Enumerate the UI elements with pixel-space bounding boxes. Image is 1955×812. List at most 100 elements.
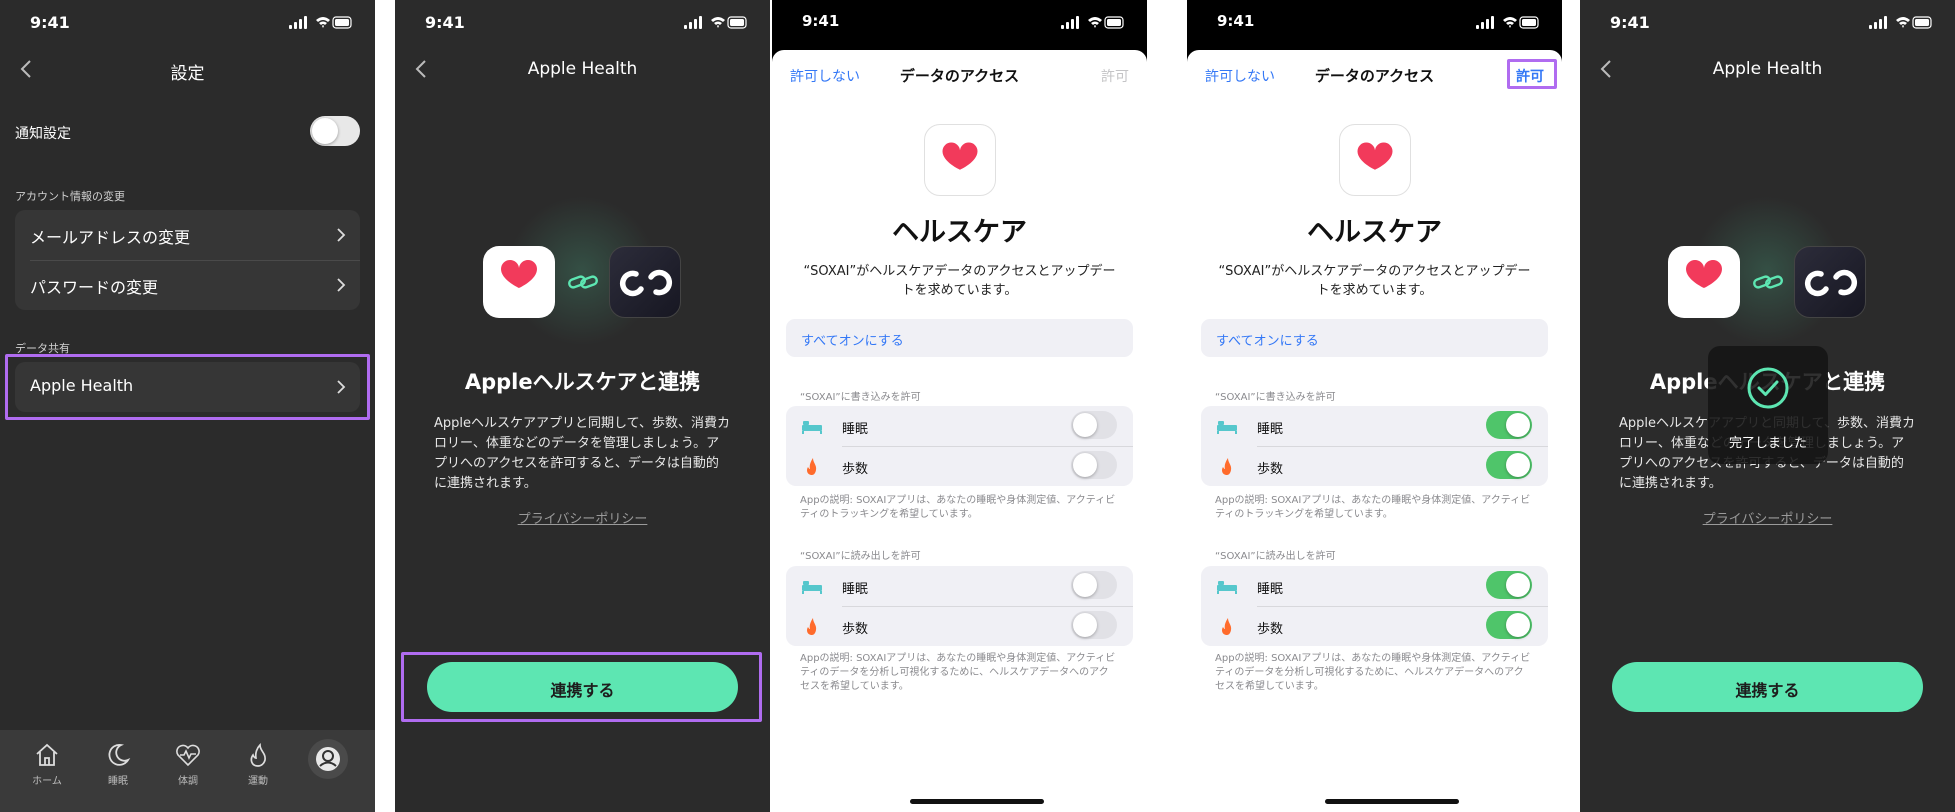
password-change-label: パスワードの変更 xyxy=(30,278,159,297)
health-app-icon xyxy=(924,124,996,196)
bed-icon xyxy=(1217,421,1237,434)
check-circle-icon xyxy=(1747,367,1789,409)
email-change-row[interactable]: メールアドレスの変更 xyxy=(15,210,360,260)
status-time: 9:41 xyxy=(30,13,70,32)
done-toast-text: 完了しました xyxy=(1728,436,1807,451)
steps-label: 歩数 xyxy=(1257,462,1284,477)
tab-exercise[interactable]: 運動 xyxy=(228,742,288,787)
privacy-policy-link[interactable]: プライバシーポリシー xyxy=(395,508,770,527)
flame-icon xyxy=(807,458,817,475)
write-steps-switch[interactable] xyxy=(1071,451,1117,479)
access-sheet-screen-on: 9:41 許可しない データのアクセス 許可 ヘルスケア “SOXAI”がヘルス… xyxy=(1187,0,1562,812)
access-subtitle: “SOXAI”がヘルスケアデータのアクセスとアップデートを求めています。 xyxy=(803,264,1116,298)
account-section-header: アカウント情報の変更 xyxy=(15,190,125,203)
link-screen: 9:41 Apple Health Appleヘルスケアと連携 Appleヘルス… xyxy=(395,0,770,812)
tab-profile[interactable] xyxy=(298,738,358,784)
turn-all-on-button[interactable]: すべてオンにする xyxy=(786,319,1133,357)
access-sheet: 許可しない データのアクセス 許可 ヘルスケア “SOXAI”がヘルスケアデータ… xyxy=(1187,50,1562,812)
status-time: 9:41 xyxy=(1217,12,1255,30)
status-time: 9:41 xyxy=(1610,13,1650,32)
highlight-box xyxy=(5,354,370,420)
write-note: Appの説明: SOXAIアプリは、あなたの睡眠や身体測定値、アクティビティのト… xyxy=(1215,495,1531,520)
read-steps-row: 歩数 xyxy=(786,606,1133,646)
status-bar: 9:41 xyxy=(772,0,1147,44)
read-steps-row: 歩数 xyxy=(1201,606,1548,646)
link-icon xyxy=(1753,275,1783,289)
tab-condition[interactable]: 体調 xyxy=(158,742,218,787)
read-group: 睡眠 歩数 xyxy=(1201,566,1548,646)
write-sleep-row: 睡眠 xyxy=(1201,406,1548,446)
flame-icon xyxy=(1222,458,1232,475)
page-title: 設定 xyxy=(170,64,205,84)
write-section-header: “SOXAI”に書き込みを許可 xyxy=(1215,392,1336,403)
notification-toggle[interactable] xyxy=(310,116,360,146)
write-group: 睡眠 歩数 xyxy=(786,406,1133,486)
status-bar: 9:41 xyxy=(1580,0,1955,44)
tab-label: 体調 xyxy=(178,776,198,787)
status-icons xyxy=(684,16,747,29)
chevron-right-icon xyxy=(337,278,346,292)
profile-icon xyxy=(308,739,348,779)
email-change-label: メールアドレスの変更 xyxy=(30,228,191,247)
highlight-box xyxy=(401,652,762,722)
status-bar: 9:41 xyxy=(1187,0,1562,44)
link-heading: Appleヘルスケアと連携 xyxy=(464,370,701,394)
privacy-policy-link[interactable]: プライバシーポリシー xyxy=(1580,508,1955,527)
moon-icon xyxy=(108,744,131,766)
allow-button[interactable]: 許可 xyxy=(1101,66,1129,86)
link-icon xyxy=(568,275,598,289)
read-section-header: “SOXAI”に読み出しを許可 xyxy=(800,551,921,562)
health-app-icon xyxy=(1339,124,1411,196)
page-title: Apple Health xyxy=(1712,59,1823,79)
read-sleep-switch[interactable] xyxy=(1486,571,1532,599)
highlight-box xyxy=(1507,59,1557,89)
write-group: 睡眠 歩数 xyxy=(1201,406,1548,486)
sheet-title: データのアクセス xyxy=(1314,67,1435,85)
read-sleep-switch[interactable] xyxy=(1071,571,1117,599)
soxai-app-icon xyxy=(1794,246,1866,318)
notification-label: 通知設定 xyxy=(15,126,71,142)
tab-sleep[interactable]: 睡眠 xyxy=(88,742,148,787)
read-sleep-row: 睡眠 xyxy=(786,566,1133,606)
health-title: ヘルスケア xyxy=(1307,217,1442,248)
flame-icon xyxy=(250,742,266,767)
tab-home[interactable]: ホーム xyxy=(17,742,77,787)
sleep-label: 睡眠 xyxy=(1257,422,1284,437)
read-sleep-row: 睡眠 xyxy=(1201,566,1548,606)
write-sleep-switch[interactable] xyxy=(1071,411,1117,439)
sheet-title: データのアクセス xyxy=(899,67,1020,85)
status-bar: 9:41 xyxy=(395,0,770,44)
write-steps-row: 歩数 xyxy=(786,446,1133,486)
link-button[interactable]: 連携する xyxy=(1612,662,1923,712)
sleep-label: 睡眠 xyxy=(842,582,869,597)
tab-label: 運動 xyxy=(248,776,268,787)
bed-icon xyxy=(802,581,822,594)
link-icons xyxy=(1580,246,1955,318)
sheet-header: 許可しない データのアクセス 許可 xyxy=(1187,50,1562,100)
status-icons xyxy=(1061,16,1124,29)
steps-label: 歩数 xyxy=(1257,622,1284,637)
navbar: Apple Health xyxy=(395,44,770,94)
tab-label: 睡眠 xyxy=(108,776,128,787)
health-title: ヘルスケア xyxy=(892,217,1027,248)
bed-icon xyxy=(1217,581,1237,594)
notification-row: 通知設定 xyxy=(15,112,360,152)
access-sheet: 許可しない データのアクセス 許可 ヘルスケア “SOXAI”がヘルスケアデータ… xyxy=(772,50,1147,812)
sheet-header: 許可しない データのアクセス 許可 xyxy=(772,50,1147,100)
status-icons xyxy=(1869,16,1932,29)
write-sleep-switch[interactable] xyxy=(1486,411,1532,439)
read-steps-switch[interactable] xyxy=(1071,611,1117,639)
sleep-label: 睡眠 xyxy=(842,422,869,437)
bed-icon xyxy=(802,421,822,434)
home-indicator xyxy=(910,799,1044,804)
access-subtitle: “SOXAI”がヘルスケアデータのアクセスとアップデートを求めています。 xyxy=(1218,264,1531,298)
link-done-screen: 9:41 Apple Health Appleヘルスケアと連携 Appleヘルス… xyxy=(1580,0,1955,812)
read-steps-switch[interactable] xyxy=(1486,611,1532,639)
read-note: Appの説明: SOXAIアプリは、あなたの睡眠や身体測定値、アクティビティのデ… xyxy=(800,653,1116,692)
turn-all-on-button[interactable]: すべてオンにする xyxy=(1201,319,1548,357)
write-steps-row: 歩数 xyxy=(1201,446,1548,486)
write-steps-switch[interactable] xyxy=(1486,451,1532,479)
flame-icon xyxy=(1222,618,1232,635)
password-change-row[interactable]: パスワードの変更 xyxy=(15,260,360,310)
home-icon xyxy=(36,743,58,766)
